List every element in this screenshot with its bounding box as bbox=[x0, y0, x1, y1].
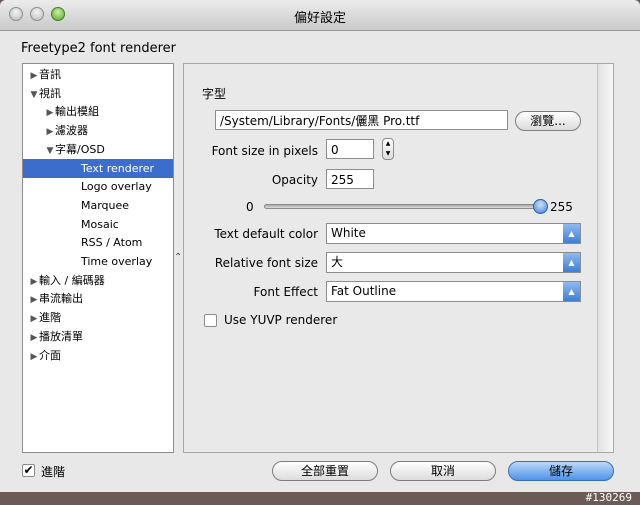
tree-item-label: 串流輸出 bbox=[39, 292, 83, 306]
slider-min-label: 0 bbox=[246, 200, 254, 214]
tree-item-label: 字幕/OSD bbox=[55, 142, 105, 156]
tree-item[interactable]: ▶ 進階 bbox=[23, 308, 173, 327]
settings-panel: 字型 /System/Library/Fonts/儷黑 Pro.ttf 瀏覽..… bbox=[183, 63, 614, 453]
disclosure-closed-icon[interactable]: ▶ bbox=[29, 348, 39, 367]
yuvp-label: Use YUVP renderer bbox=[224, 313, 338, 327]
opacity-label: Opacity bbox=[271, 173, 318, 187]
preferences-tree[interactable]: ▶ 音訊 ▼ 視訊 ▶ 輸出模組 ▶ 濾波器 ▼ 字幕/OSD Text renderer Logo … bbox=[22, 63, 174, 453]
relative-size-value: 大 bbox=[331, 255, 344, 269]
watermark: #130269 bbox=[585, 491, 632, 504]
tree-item-label: 濾波器 bbox=[55, 124, 88, 138]
relative-size-select[interactable]: 大 ▲ bbox=[326, 252, 581, 273]
tree-item[interactable]: Logo overlay bbox=[23, 177, 173, 196]
tree-item-label: Marquee bbox=[81, 198, 130, 212]
tree-item-label: RSS / Atom bbox=[81, 236, 143, 250]
tree-item-label: 輸出模組 bbox=[55, 105, 99, 119]
relative-size-label: Relative font size bbox=[214, 256, 318, 270]
tree-item-label: 音訊 bbox=[39, 68, 61, 81]
tree-item[interactable]: ▶ 音訊 bbox=[23, 65, 173, 84]
chevron-down-icon: ▲ bbox=[563, 253, 580, 272]
advanced-checkbox[interactable]: ✔ bbox=[22, 464, 35, 477]
tree-item-label: 介面 bbox=[39, 348, 61, 362]
preferences-window: 偏好設定 Freetype2 font renderer ▶ 音訊 ▼ 視訊 ▶ 輸出模組… bbox=[0, 0, 640, 492]
window-title: 偏好設定 bbox=[293, 11, 346, 26]
tree-item[interactable]: Mosaic bbox=[23, 215, 173, 234]
font-size-label: Font size in pixels bbox=[211, 144, 318, 158]
tree-item[interactable]: Text renderer bbox=[23, 158, 173, 178]
tree-item[interactable]: ▼ 視訊 bbox=[23, 84, 173, 103]
tree-item-label: Time overlay bbox=[81, 255, 153, 268]
yuvp-checkbox[interactable] bbox=[204, 314, 217, 327]
tree-item-label: Text renderer bbox=[81, 161, 155, 175]
advanced-label: 進階 bbox=[41, 465, 66, 479]
tree-item[interactable]: Marquee bbox=[23, 196, 173, 215]
splitter-handle-icon[interactable]: ⌃ bbox=[174, 252, 182, 263]
tree-item-label: 視訊 bbox=[39, 86, 61, 100]
tree-item[interactable]: Time overlay bbox=[23, 252, 173, 271]
tree-item[interactable]: ▶ 輸入 / 編碼器 bbox=[23, 271, 173, 290]
tree-item[interactable]: RSS / Atom bbox=[23, 233, 173, 252]
tree-item-label: Mosaic bbox=[81, 217, 119, 231]
font-size-field[interactable]: 0 bbox=[326, 139, 374, 159]
font-effect-select[interactable]: Fat Outline ▲ bbox=[326, 281, 581, 302]
opacity-field[interactable]: 255 bbox=[326, 169, 374, 189]
tree-item-label: 播放清單 bbox=[39, 329, 83, 343]
opacity-slider[interactable] bbox=[264, 204, 540, 209]
font-label: 字型 bbox=[202, 87, 227, 101]
text-color-select[interactable]: White ▲ bbox=[326, 223, 581, 244]
tree-item-label: Logo overlay bbox=[81, 180, 152, 194]
section-title: Freetype2 font renderer bbox=[21, 41, 176, 56]
text-color-value: White bbox=[331, 226, 366, 240]
slider-max-label: 255 bbox=[550, 200, 573, 214]
font-size-stepper[interactable]: ▲ ▼ bbox=[382, 138, 394, 160]
cancel-button[interactable]: 取消 bbox=[390, 461, 496, 481]
tree-item[interactable]: ▶ 串流輸出 bbox=[23, 289, 173, 308]
reset-all-button[interactable]: 全部重置 bbox=[272, 461, 378, 481]
font-path-field[interactable]: /System/Library/Fonts/儷黑 Pro.ttf bbox=[215, 110, 508, 130]
save-button[interactable]: 儲存 bbox=[508, 461, 614, 481]
panel-scrollbar[interactable] bbox=[597, 64, 613, 452]
title-bar: 偏好設定 bbox=[0, 0, 640, 31]
browse-button[interactable]: 瀏覽... bbox=[515, 111, 581, 131]
tree-item[interactable]: ▶ 輸出模組 bbox=[23, 102, 173, 121]
font-effect-label: Font Effect bbox=[253, 285, 318, 299]
tree-item-label: 輸入 / 編碼器 bbox=[39, 273, 105, 287]
tree-item[interactable]: ▼ 字幕/OSD bbox=[23, 140, 173, 159]
tree-item[interactable]: ▶ 濾波器 bbox=[23, 121, 173, 140]
text-color-label: Text default color bbox=[214, 227, 318, 241]
tree-item[interactable]: ▶ 介面 bbox=[23, 346, 173, 367]
chevron-down-icon: ▲ bbox=[563, 282, 580, 301]
tree-item[interactable]: ▶ 播放清單 bbox=[23, 327, 173, 346]
opacity-slider-knob[interactable] bbox=[533, 199, 548, 214]
tree-item-label: 進階 bbox=[39, 311, 61, 325]
font-effect-value: Fat Outline bbox=[331, 284, 397, 298]
chevron-down-icon: ▲ bbox=[563, 224, 580, 243]
